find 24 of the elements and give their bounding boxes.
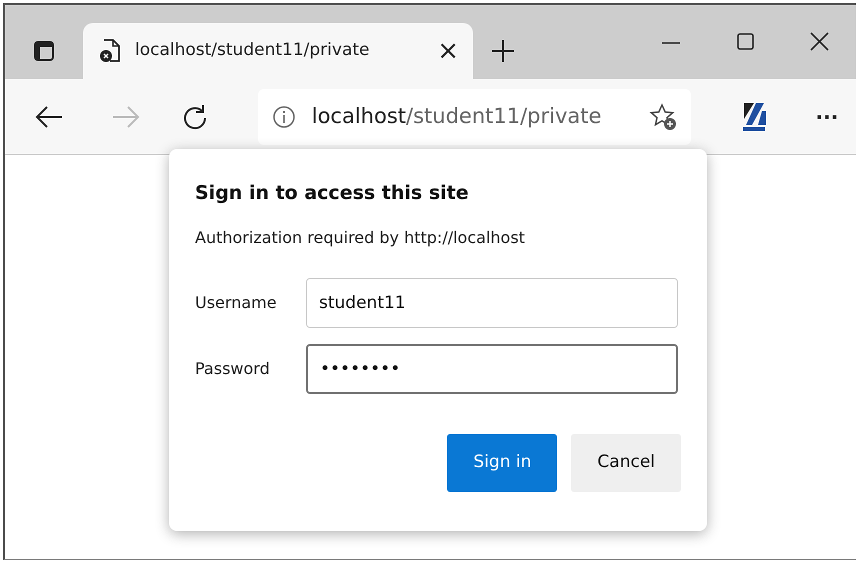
input-field[interactable]: student11 xyxy=(306,278,678,328)
page-error-icon xyxy=(99,39,121,63)
new-tab-icon[interactable] xyxy=(491,39,515,63)
input-field[interactable]: •••••••• xyxy=(306,344,678,394)
url-path: /student11/private xyxy=(406,102,602,130)
browser-tab[interactable]: localhost/student11/private × xyxy=(83,23,473,79)
back-arrow-icon[interactable] xyxy=(34,104,64,130)
tab-actions-icon[interactable] xyxy=(33,40,55,62)
star-plus-icon[interactable] xyxy=(648,102,677,130)
field-label: Password xyxy=(195,358,271,380)
profile-logo-icon[interactable] xyxy=(740,100,768,132)
maximize-icon[interactable] xyxy=(734,31,756,53)
tab-title: localhost/student11/private xyxy=(135,39,370,62)
address-bar[interactable]: localhost/student11/private xyxy=(258,88,691,144)
field-label: Username xyxy=(195,292,278,314)
sign-in-button[interactable]: Sign in xyxy=(447,434,558,492)
cancel-button[interactable]: Cancel xyxy=(571,434,681,492)
dialog-title: Sign in to access this site xyxy=(195,181,470,206)
url-host: localhost xyxy=(312,102,406,130)
more-menu-button[interactable]: ··· xyxy=(798,86,856,146)
close-icon[interactable] xyxy=(808,31,830,53)
dialog-message: Authorization required by http://localhost xyxy=(195,226,526,248)
tab-close-button[interactable]: × xyxy=(437,38,459,64)
info-icon xyxy=(272,104,296,128)
